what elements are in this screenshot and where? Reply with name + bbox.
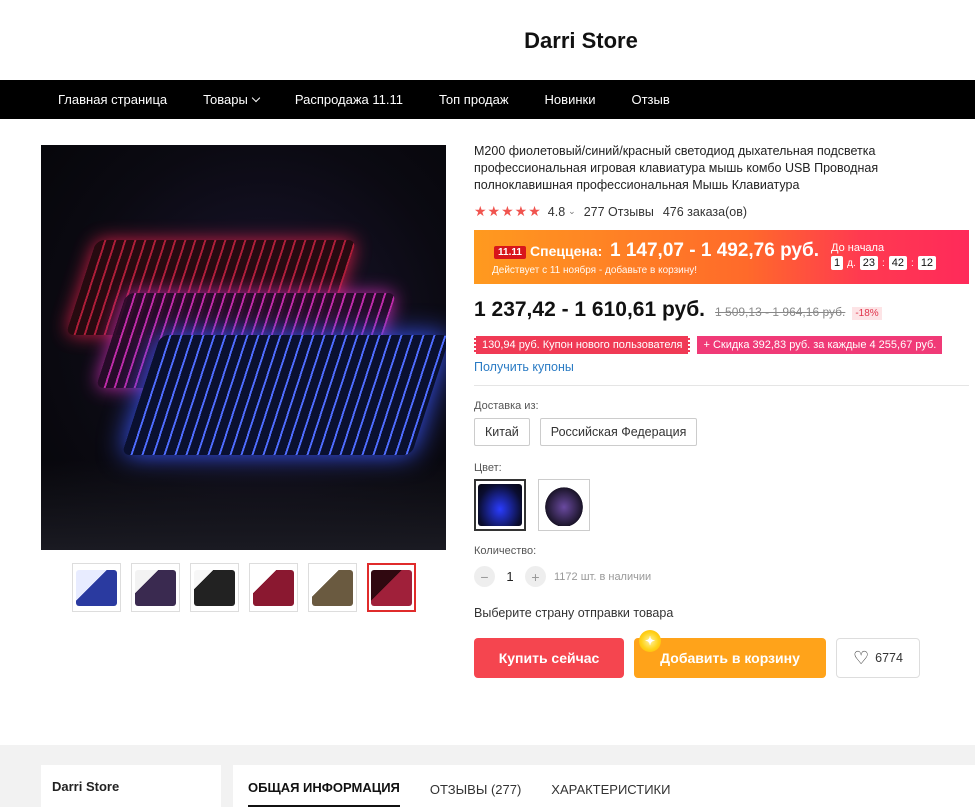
tab-specifications[interactable]: ХАРАКТЕРИСТИКИ — [551, 782, 670, 807]
quantity-increase-button[interactable]: + — [525, 566, 546, 587]
product-tabs: ОБЩАЯ ИНФОРМАЦИЯ ОТЗЫВЫ (277) ХАРАКТЕРИС… — [233, 765, 975, 807]
rating-value[interactable]: 4.8 — [548, 205, 565, 219]
quantity-input[interactable]: 1 — [495, 569, 525, 584]
nav-item-label: Топ продаж — [439, 92, 509, 107]
buy-now-button[interactable]: Купить сейчас — [474, 638, 624, 678]
discount-badge: -18% — [852, 307, 882, 320]
tab-reviews[interactable]: ОТЗЫВЫ (277) — [430, 782, 521, 807]
countdown-minutes: 42 — [888, 256, 908, 270]
new-user-coupon[interactable]: 130,94 руб. Купон нового пользователя — [474, 336, 691, 354]
wishlist-button[interactable]: ♡ 6774 — [836, 638, 920, 678]
old-price: 1 509,13 - 1 964,16 руб. — [715, 305, 846, 319]
thumbnail[interactable] — [308, 563, 357, 612]
stock-available: 1172 шт. в наличии — [554, 570, 652, 583]
top-navigation: Главная страница Товары Распродажа 11.11… — [0, 80, 975, 119]
quantity-label: Количество: — [474, 545, 537, 557]
swatch-image — [478, 484, 522, 526]
keyboard-blue-image — [121, 335, 446, 455]
color-swatch[interactable] — [538, 479, 590, 531]
price-row: 1 237,42 - 1 610,61 руб. 1 509,13 - 1 96… — [474, 298, 975, 322]
ship-from-russia-button[interactable]: Российская Федерация — [539, 418, 698, 446]
action-buttons: Купить сейчас ✦ Добавить в корзину ♡ 677… — [474, 630, 975, 678]
promo-price: 1 147,07 - 1 492,76 руб. — [610, 240, 820, 261]
nav-item-label: Новинки — [544, 92, 596, 107]
nav-item-label: Распродажа 11.11 — [294, 92, 403, 107]
store-header: Darri Store — [0, 0, 975, 80]
swatch-image — [542, 484, 586, 526]
sparkle-icon: ✦ — [639, 630, 661, 652]
countdown-hours: 23 — [859, 256, 878, 270]
nav-item-label: Отзыв — [631, 92, 670, 107]
countdown-seconds: 12 — [917, 256, 937, 270]
tab-overview[interactable]: ОБЩАЯ ИНФОРМАЦИЯ — [248, 780, 400, 807]
color-label: Цвет: — [474, 462, 502, 474]
thumbnail-image — [371, 569, 412, 606]
ship-from-china-button[interactable]: Китай — [474, 418, 530, 446]
nav-item-home[interactable]: Главная страница — [58, 92, 167, 107]
countdown-timer: 1 д. 23 : 42 : 12 — [831, 256, 961, 270]
color-swatch-selected[interactable] — [474, 479, 526, 531]
countdown-days-unit: д. — [847, 257, 856, 269]
countdown-label: До начала — [831, 242, 885, 254]
nav-item-top-sales[interactable]: Топ продаж — [439, 92, 509, 107]
promo-label: Спеццена: — [530, 243, 603, 259]
thumbnail[interactable] — [190, 563, 239, 612]
thumbnail-selected[interactable] — [367, 563, 416, 612]
product-title: M200 фиолетовый/синий/красный светодиод … — [474, 144, 879, 192]
thumbnail-image — [76, 569, 117, 606]
thumbnail-image — [312, 569, 353, 606]
countdown-separator: : — [882, 257, 885, 269]
nav-item-label: Главная страница — [58, 92, 168, 107]
add-to-cart-button[interactable]: ✦ Добавить в корзину — [634, 630, 826, 678]
chevron-down-icon[interactable]: ⌄ — [568, 206, 576, 217]
countdown-separator: : — [911, 257, 914, 269]
thumbnail-image — [194, 569, 235, 606]
add-to-cart-label: Добавить в корзину — [660, 650, 800, 666]
nav-item-products[interactable]: Товары — [203, 92, 261, 107]
store-discount-coupon[interactable]: + Скидка 392,83 руб. за каждые 4 255,67 … — [697, 336, 943, 354]
reviews-link[interactable]: 277 Отзывы — [584, 205, 654, 219]
orders-count: 476 заказа(ов) — [662, 204, 747, 219]
nav-item-label: Товары — [203, 92, 248, 107]
store-title: Darri Store — [524, 28, 638, 53]
quantity-stepper: − 1 + 1172 шт. в наличии — [474, 566, 975, 587]
coupons-row: 130,94 руб. Купон нового пользователя + … — [474, 336, 975, 354]
product-thumbnails — [72, 563, 416, 612]
promo-countdown: До начала 1 д. 23 : 42 : 12 — [831, 242, 961, 270]
promo-badge: 11.11 — [494, 246, 526, 259]
thumbnail-image — [135, 569, 176, 606]
promo-note: Действует с 11 ноября - добавьте в корзи… — [492, 265, 698, 276]
get-coupons-link[interactable]: Получить купоны — [474, 360, 975, 374]
image-floor-shadow — [41, 460, 446, 550]
color-options — [474, 479, 975, 531]
shipping-label: Доставка из: — [474, 400, 539, 412]
chevron-down-icon — [251, 93, 261, 103]
rating-row: ★★★★★ 4.8 ⌄ 277 Отзывы 476 заказа(ов) — [474, 203, 975, 220]
thumbnail-image — [253, 569, 294, 606]
product-info: M200 фиолетовый/синий/красный светодиод … — [474, 143, 975, 678]
shipping-options: Китай Российская Федерация — [474, 418, 975, 446]
quantity-decrease-button[interactable]: − — [474, 566, 495, 587]
rating-stars-icon: ★★★★★ — [474, 203, 542, 219]
thumbnail[interactable] — [131, 563, 180, 612]
promo-banner: 11.11 Спеццена: 1 147,07 - 1 492,76 руб.… — [474, 230, 969, 284]
current-price: 1 237,42 - 1 610,61 руб. — [474, 298, 706, 321]
product-main-image[interactable] — [41, 145, 446, 550]
thumbnail[interactable] — [72, 563, 121, 612]
divider — [474, 385, 969, 386]
nav-item-new[interactable]: Новинки — [545, 92, 596, 107]
wishlist-count: 6774 — [875, 651, 903, 665]
thumbnail[interactable] — [249, 563, 298, 612]
nav-item-feedback[interactable]: Отзыв — [631, 92, 669, 107]
store-card[interactable]: Darri Store — [41, 765, 221, 807]
heart-icon: ♡ — [853, 647, 870, 668]
ship-country-prompt[interactable]: Выберите страну отправки товара — [474, 606, 975, 620]
countdown-days: 1 — [831, 256, 844, 270]
nav-item-sale[interactable]: Распродажа 11.11 — [295, 92, 403, 107]
